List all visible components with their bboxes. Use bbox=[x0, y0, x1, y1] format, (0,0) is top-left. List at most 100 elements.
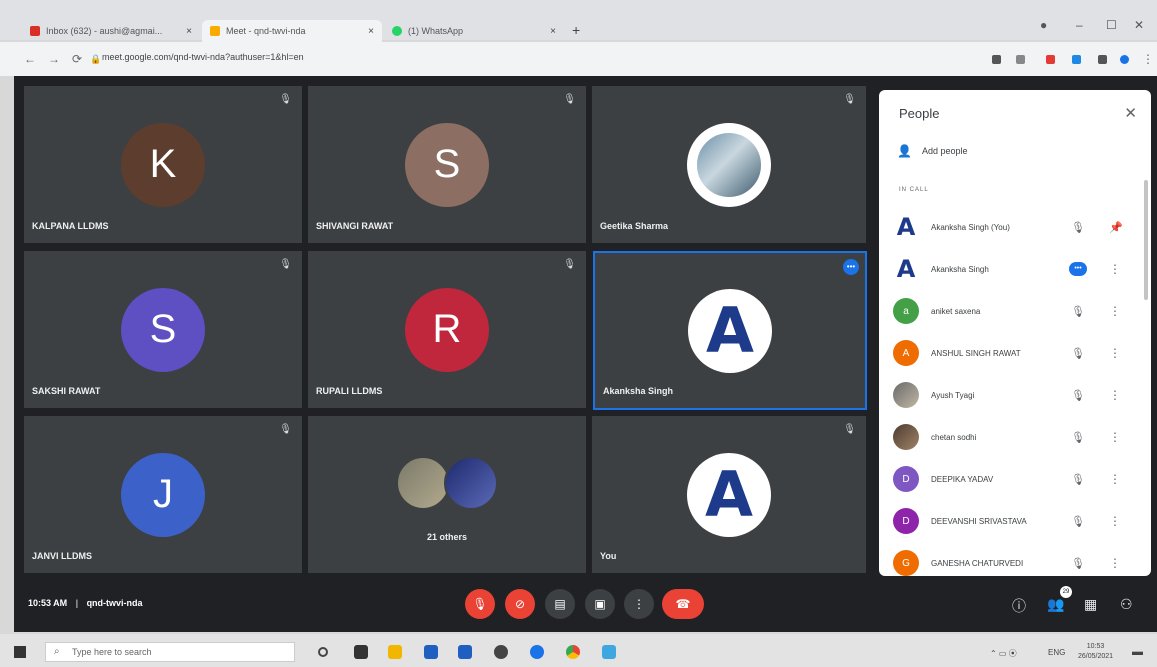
people-list-item[interactable]: A Akanksha Singh ••• ⋮ bbox=[879, 248, 1151, 290]
activities-icon[interactable]: ⚇ bbox=[1120, 596, 1133, 613]
person-name: DEEVANSHI SRIVASTAVA bbox=[931, 516, 1027, 526]
avatar: A bbox=[687, 452, 771, 537]
avatar-photo bbox=[444, 456, 498, 510]
puzzle-icon[interactable] bbox=[1098, 55, 1107, 64]
more-options-icon[interactable]: ⋮ bbox=[1109, 304, 1121, 318]
close-tab-icon[interactable]: × bbox=[550, 26, 556, 37]
task-view-icon[interactable] bbox=[318, 647, 328, 657]
participant-tile[interactable]: 🎙 S SHIVANGI RAWAT bbox=[308, 86, 586, 243]
participant-tile[interactable]: 🎙 R RUPALI LLDMS bbox=[308, 251, 586, 408]
edge-icon[interactable] bbox=[530, 645, 544, 659]
more-options-icon[interactable]: ⋮ bbox=[1109, 262, 1121, 276]
windows-start-icon[interactable] bbox=[14, 646, 26, 658]
close-window-icon[interactable]: ✕ bbox=[1134, 18, 1144, 32]
self-tile[interactable]: 🎙 A You bbox=[592, 416, 866, 573]
lock-icon: 🔒 bbox=[90, 54, 102, 64]
avatar[interactable] bbox=[1120, 55, 1129, 64]
person-name: Akanksha Singh (You) bbox=[931, 222, 1010, 232]
forward-icon[interactable]: → bbox=[48, 52, 60, 66]
add-people-button[interactable]: 👤 Add people bbox=[897, 144, 968, 158]
more-vert-icon: ⋮ bbox=[633, 597, 645, 611]
star-icon[interactable] bbox=[1016, 55, 1025, 64]
close-tab-icon[interactable]: × bbox=[368, 26, 374, 37]
minimize-icon[interactable]: – bbox=[1076, 18, 1083, 32]
people-list-item[interactable]: D DEEPIKA YADAV 🎙 ⋮ bbox=[879, 458, 1151, 500]
people-list-item[interactable]: G GANESHA CHATURVEDI 🎙 ⋮ bbox=[879, 542, 1151, 576]
more-options-icon[interactable]: ⋮ bbox=[1109, 388, 1121, 402]
people-list-item[interactable]: Ayush Tyagi 🎙 ⋮ bbox=[879, 374, 1151, 416]
mail-icon[interactable] bbox=[458, 645, 472, 659]
more-options-icon[interactable]: ⋮ bbox=[1109, 472, 1121, 486]
notifications-icon[interactable]: ▬ bbox=[1132, 646, 1143, 658]
more-options-button[interactable]: ⋮ bbox=[624, 589, 654, 619]
taskbar-search-input[interactable]: ⌕ Type here to search bbox=[45, 642, 295, 662]
back-icon[interactable]: ← bbox=[24, 52, 36, 66]
chat-icon[interactable]: ▦ bbox=[1084, 596, 1097, 613]
add-people-label: Add people bbox=[921, 146, 968, 156]
camera-off-icon: ⊘ bbox=[514, 597, 526, 611]
people-list-item[interactable]: A Akanksha Singh (You) 🎙 📌 bbox=[879, 206, 1151, 248]
mic-off-icon: 🎙 bbox=[843, 424, 856, 435]
people-icon[interactable]: 👥 bbox=[1047, 596, 1064, 613]
chrome-icon[interactable] bbox=[566, 645, 580, 659]
participant-tile[interactable]: 🎙 K KALPANA LLDMS bbox=[24, 86, 302, 243]
reload-icon[interactable]: ⟳ bbox=[72, 52, 82, 66]
close-icon[interactable]: ✕ bbox=[1124, 104, 1137, 122]
avatar-initial: A bbox=[896, 255, 916, 283]
new-tab-button[interactable]: + bbox=[572, 22, 580, 38]
leave-call-button[interactable]: ☎ bbox=[662, 589, 704, 619]
present-button[interactable]: ▣ bbox=[585, 589, 615, 619]
browser-tab-meet[interactable]: Meet - qnd-twvi-nda × bbox=[202, 20, 382, 42]
clock[interactable]: 10:53 26/05/2021 bbox=[1078, 642, 1113, 662]
menu-icon[interactable]: ⋮ bbox=[1142, 52, 1154, 66]
others-count: 21 others bbox=[426, 532, 468, 542]
avatar-initial: A bbox=[896, 213, 916, 241]
avatar-photo bbox=[687, 122, 771, 207]
url-field[interactable]: meet.google.com/qnd-twvi-nda?authuser=1&… bbox=[102, 52, 304, 62]
more-options-icon[interactable]: ⋮ bbox=[1109, 430, 1121, 444]
more-options-icon[interactable]: ⋮ bbox=[1109, 556, 1121, 570]
extension-icon[interactable] bbox=[1046, 55, 1055, 64]
extension-icon[interactable] bbox=[1072, 55, 1081, 64]
more-options-icon[interactable]: ••• bbox=[843, 259, 859, 275]
close-tab-icon[interactable]: × bbox=[186, 26, 192, 37]
participant-tile[interactable]: 🎙 S SAKSHI RAWAT bbox=[24, 251, 302, 408]
store-icon[interactable] bbox=[354, 645, 368, 659]
pin-icon[interactable]: 📌 bbox=[1109, 221, 1123, 234]
more-options-icon[interactable]: ⋮ bbox=[1109, 346, 1121, 360]
browser-tab-gmail[interactable]: Inbox (632) - aushi@agmai... × bbox=[22, 20, 200, 42]
avatar: A bbox=[688, 288, 772, 373]
participant-name: Geetika Sharma bbox=[600, 221, 669, 231]
more-options-icon[interactable]: ⋮ bbox=[1109, 514, 1121, 528]
profile-icon[interactable]: ● bbox=[1040, 18, 1047, 32]
mic-off-icon: 🎙 bbox=[843, 94, 856, 105]
whatsapp-icon bbox=[392, 26, 402, 36]
maximize-icon[interactable]: ☐ bbox=[1106, 18, 1117, 32]
participant-tile[interactable]: 🎙 J JANVI LLDMS bbox=[24, 416, 302, 573]
participant-tile-speaking[interactable]: ••• A Akanksha Singh bbox=[593, 251, 867, 410]
file-explorer-icon[interactable] bbox=[388, 645, 402, 659]
photos-icon[interactable] bbox=[602, 645, 616, 659]
others-tile[interactable]: 21 others bbox=[308, 416, 586, 573]
person-name: Akanksha Singh bbox=[931, 264, 989, 274]
app-icon[interactable] bbox=[494, 645, 508, 659]
camera-icon[interactable] bbox=[992, 55, 1001, 64]
people-list-item[interactable]: chetan sodhi 🎙 ⋮ bbox=[879, 416, 1151, 458]
app-icon[interactable] bbox=[424, 645, 438, 659]
person-name: GANESHA CHATURVEDI bbox=[931, 558, 1024, 568]
captions-button[interactable]: ▤ bbox=[545, 589, 575, 619]
mic-toggle-button[interactable]: 🎙 bbox=[465, 589, 495, 619]
avatar-initial: K bbox=[149, 142, 177, 186]
info-icon[interactable]: ⓘ bbox=[1012, 596, 1026, 616]
people-list-item[interactable]: D DEEVANSHI SRIVASTAVA 🎙 ⋮ bbox=[879, 500, 1151, 542]
camera-toggle-button[interactable]: ⊘ bbox=[505, 589, 535, 619]
people-list-item[interactable]: a aniket saxena 🎙 ⋮ bbox=[879, 290, 1151, 332]
people-list-item[interactable]: A ANSHUL SINGH RAWAT 🎙 ⋮ bbox=[879, 332, 1151, 374]
participant-tile[interactable]: 🎙 Geetika Sharma bbox=[592, 86, 866, 243]
tab-label: (1) WhatsApp bbox=[408, 26, 464, 36]
tray-icons[interactable]: ⌃ ▭ ⦿ bbox=[990, 648, 1017, 659]
language-indicator[interactable]: ENG bbox=[1048, 648, 1065, 657]
browser-tab-whatsapp[interactable]: (1) WhatsApp × bbox=[384, 20, 564, 42]
meeting-details: 10:53 AM | qnd-twvi-nda bbox=[28, 598, 143, 608]
mic-off-icon: 🎙 bbox=[563, 259, 576, 270]
